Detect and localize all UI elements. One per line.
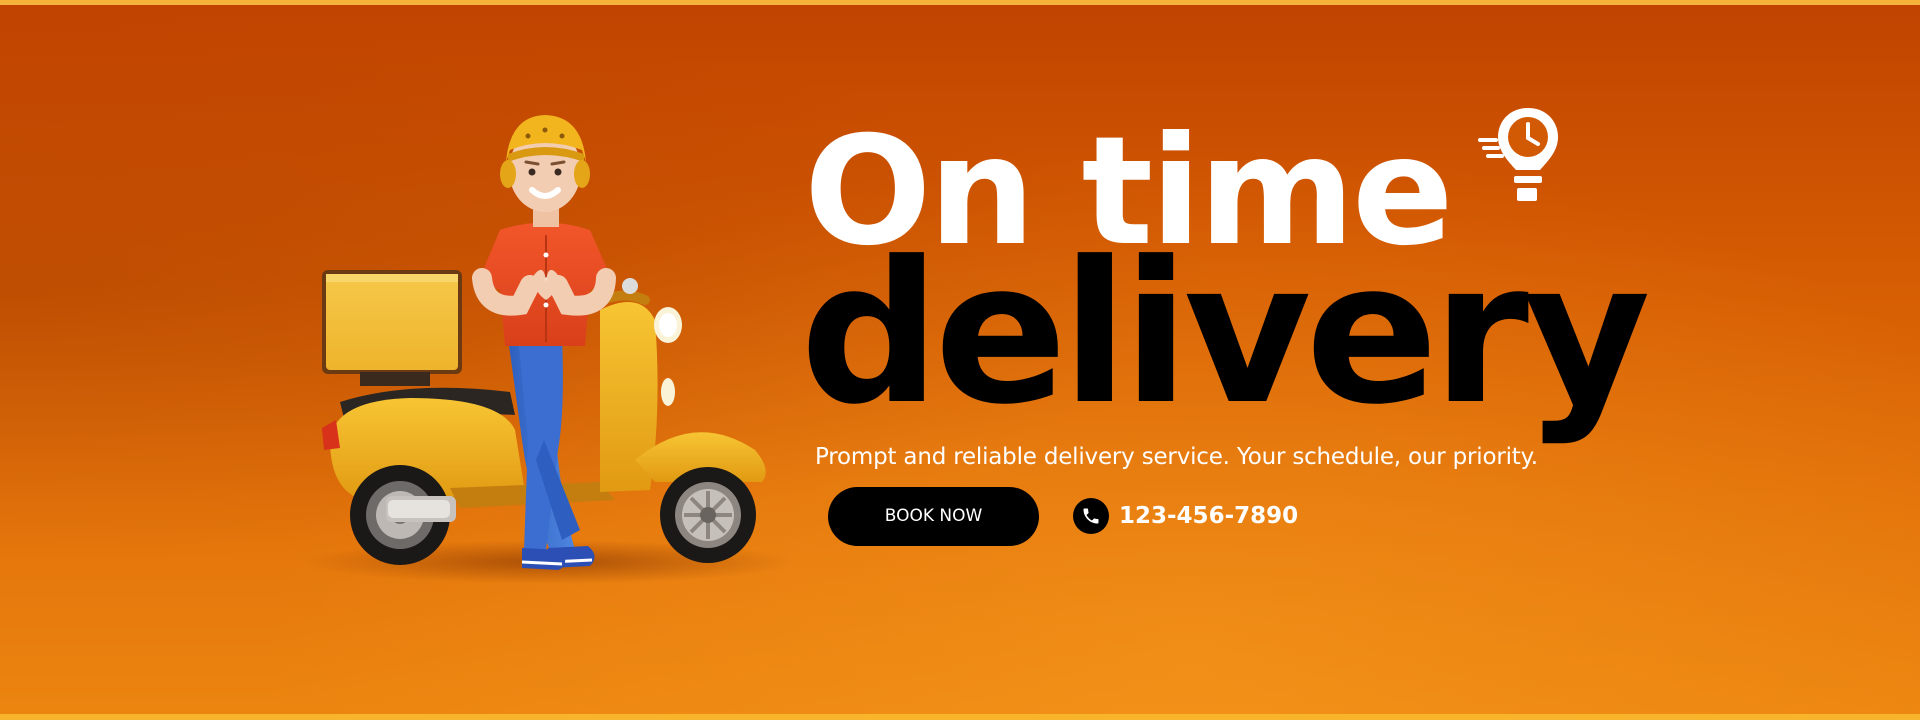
fast-clock-pin-icon <box>1478 104 1562 204</box>
headline-line-2: delivery <box>800 220 1651 448</box>
book-now-button[interactable]: BOOK NOW <box>828 487 1039 546</box>
delivery-man-scooter-illustration <box>300 110 810 610</box>
phone-number: 123-456-7890 <box>1119 503 1299 529</box>
phone-icon <box>1073 498 1109 534</box>
top-border <box>0 0 1920 5</box>
tagline: Prompt and reliable delivery service. Yo… <box>815 444 1538 470</box>
hero-banner: On time delivery Prompt and reliable del… <box>0 0 1920 720</box>
bottom-border <box>0 714 1920 720</box>
phone-contact[interactable]: 123-456-7890 <box>1073 497 1298 535</box>
